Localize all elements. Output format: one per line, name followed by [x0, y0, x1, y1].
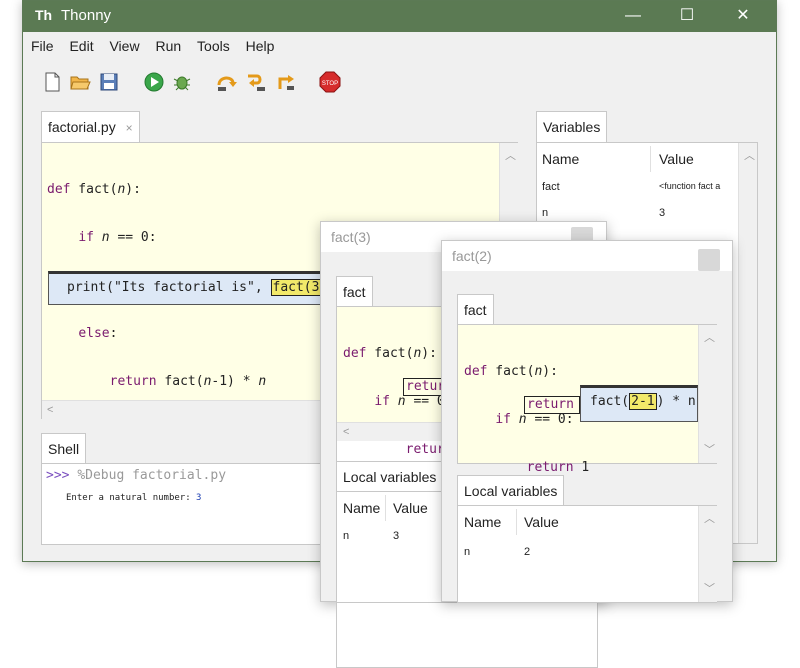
stop-icon[interactable]: STOP — [319, 71, 341, 93]
title-bar: Th Thonny — ☐ ✕ — [23, 1, 776, 32]
menu-bar: File Edit View Run Tools Help — [23, 32, 776, 60]
menu-run[interactable]: Run — [149, 32, 187, 60]
code-line-1: def fact(n): — [47, 182, 141, 197]
frame-locals-panel: Name Value n 2 ︿ ﹀ — [457, 505, 717, 603]
variable-name-cell: n — [542, 207, 549, 219]
shell-tab-label: Shell — [48, 441, 80, 457]
editor-tab[interactable]: factorial.py × — [41, 111, 140, 142]
frame-locals-scrollbar[interactable]: ︿ ﹀ — [698, 506, 717, 602]
scroll-down-icon[interactable]: ﹀ — [704, 580, 715, 596]
run-icon[interactable] — [143, 71, 165, 93]
menu-help[interactable]: Help — [240, 32, 281, 60]
step-into-icon[interactable] — [245, 71, 267, 93]
new-file-icon[interactable] — [41, 71, 63, 93]
close-button[interactable]: ✕ — [720, 1, 766, 32]
shell-output-value: 3 — [196, 493, 202, 503]
evaluation-highlight: 2-1 — [629, 393, 657, 410]
frame-close-icon[interactable] — [698, 249, 720, 271]
menu-file[interactable]: File — [23, 32, 60, 60]
frame-code-line: if n == 0: — [495, 412, 574, 427]
frame-title: fact(2) — [442, 241, 732, 271]
maximize-button[interactable]: ☐ — [664, 1, 710, 32]
local-name-cell: n — [343, 530, 350, 542]
scroll-down-icon[interactable]: ﹀ — [704, 441, 715, 457]
frame-vertical-scrollbar[interactable]: ︿ ﹀ — [698, 325, 717, 463]
frame-code-line: def fact(n): — [464, 364, 558, 379]
menu-tools[interactable]: Tools — [191, 32, 236, 60]
evaluation-text: fact(2-1) * n — [590, 393, 696, 410]
debug-icon[interactable] — [171, 71, 193, 93]
variable-name-cell: fact — [542, 181, 560, 193]
column-divider — [516, 509, 517, 535]
open-file-icon[interactable] — [69, 71, 91, 93]
column-divider — [650, 146, 651, 172]
variables-tab-label: Variables — [543, 119, 601, 135]
scroll-up-icon[interactable]: ︿ — [505, 147, 516, 163]
shell-tab[interactable]: Shell — [41, 433, 87, 464]
svg-text:STOP: STOP — [322, 81, 338, 87]
variables-col-name[interactable]: Name — [542, 151, 579, 167]
code-line-2: if n == 0: — [78, 230, 157, 245]
frame-current-statement: return — [524, 396, 580, 414]
variable-value-cell: 3 — [659, 207, 666, 219]
editor-tab-close-icon[interactable]: × — [126, 121, 133, 135]
frame-locals-tab[interactable]: Local variables — [457, 475, 565, 506]
evaluation-box: print("Its factorial is", fact(3)) — [48, 271, 340, 305]
local-value-cell: 3 — [393, 530, 400, 542]
locals-col-value[interactable]: Value — [524, 514, 559, 530]
shell-command: %Debug factorial.py — [77, 468, 227, 483]
window-title: Thonny — [61, 7, 112, 24]
scroll-up-icon[interactable]: ︿ — [704, 510, 715, 526]
code-line-4: else: — [78, 326, 118, 341]
locals-col-name[interactable]: Name — [343, 500, 380, 516]
thonny-logo-icon: Th — [35, 7, 53, 23]
frame-code-tab[interactable]: fact — [457, 294, 494, 325]
shell-prompt: >>> — [46, 468, 70, 483]
frame-tab-label: fact — [464, 302, 487, 318]
frame-locals-label: Local variables — [464, 483, 558, 499]
menu-edit[interactable]: Edit — [63, 32, 99, 60]
shell-output-label: Enter a natural number: — [66, 493, 197, 503]
frame-code-line: retur — [405, 442, 445, 457]
variable-value-cell: <function fact a — [659, 181, 721, 191]
locals-col-name[interactable]: Name — [464, 514, 501, 530]
toolbar: STOP — [23, 61, 776, 103]
scroll-left-icon[interactable]: < — [47, 404, 53, 416]
code-line-5: return fact(n-1) * n — [109, 374, 267, 389]
evaluation-box: fact(2-1) * n — [580, 385, 698, 422]
frame-code-line: def fact(n): — [343, 346, 437, 361]
frame-code-tab[interactable]: fact — [336, 276, 373, 307]
menu-view[interactable]: View — [103, 32, 145, 60]
shell-command-line: >>> %Debug factorial.py — [46, 468, 226, 483]
frame-locals-tab[interactable]: Local variables — [336, 461, 444, 492]
scroll-up-icon[interactable]: ︿ — [744, 147, 755, 163]
frame-code-line: return 1 — [526, 460, 590, 475]
frame-window-fact-2: fact(2) fact def fact(n): if n == 0: ret… — [441, 240, 733, 603]
minimize-button[interactable]: — — [610, 1, 656, 32]
step-out-icon[interactable] — [275, 71, 297, 93]
evaluation-text: print("Its factorial is", fact(3)) — [67, 279, 337, 296]
frame-code-panel: def fact(n): if n == 0: return 1 else: r… — [457, 324, 717, 523]
local-value-cell: 2 — [524, 546, 531, 558]
locals-col-value[interactable]: Value — [393, 500, 428, 516]
save-file-icon[interactable] — [98, 71, 120, 93]
frame-code-editor[interactable]: def fact(n): if n == 0: return 1 else: r… — [458, 325, 698, 523]
local-name-cell: n — [464, 546, 471, 558]
frame-locals-label: Local variables — [343, 469, 437, 485]
frame-tab-label: fact — [343, 284, 366, 300]
variables-col-value[interactable]: Value — [659, 151, 694, 167]
scroll-left-icon[interactable]: < — [343, 426, 349, 438]
step-over-icon[interactable] — [216, 71, 238, 93]
shell-panel[interactable]: >>> %Debug factorial.py Enter a natural … — [41, 463, 343, 545]
editor-tab-label: factorial.py — [48, 119, 116, 135]
column-divider — [385, 495, 386, 521]
variables-tab[interactable]: Variables — [536, 111, 608, 142]
frame-code-line: if n == 0 — [374, 394, 445, 409]
scroll-up-icon[interactable]: ︿ — [704, 329, 715, 345]
variables-scrollbar[interactable]: ︿ — [738, 143, 757, 543]
shell-output-line: Enter a natural number: 3 — [66, 493, 201, 503]
